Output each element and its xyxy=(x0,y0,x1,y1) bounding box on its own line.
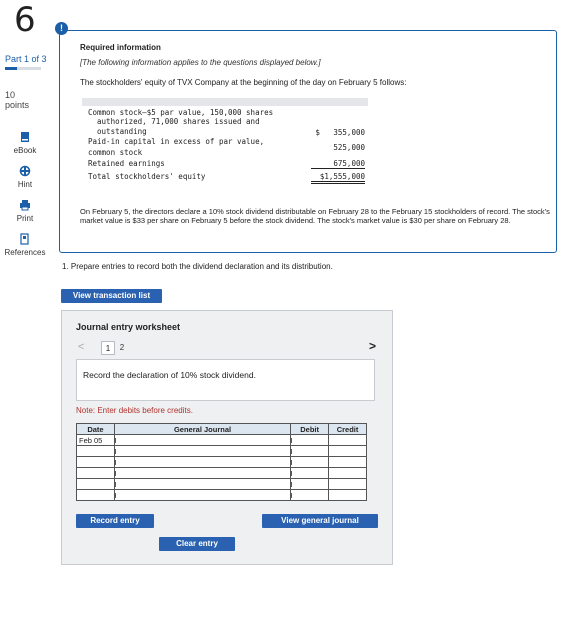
col-general-journal: General Journal xyxy=(113,423,292,435)
debit-input[interactable] xyxy=(290,456,330,468)
worksheet-title: Journal entry worksheet xyxy=(76,322,181,332)
credit-input[interactable] xyxy=(328,445,367,457)
table-row xyxy=(76,445,367,457)
question-number: 6 xyxy=(14,0,36,40)
date-cell[interactable] xyxy=(76,456,115,468)
account-select[interactable] xyxy=(113,489,292,501)
part-progress-bar xyxy=(5,67,41,70)
view-general-journal-button[interactable]: View general journal xyxy=(262,514,378,528)
print-label: Print xyxy=(16,214,34,223)
date-cell[interactable] xyxy=(76,467,115,479)
debit-input[interactable] xyxy=(290,445,330,457)
account-select[interactable] xyxy=(113,467,292,479)
hint-button[interactable]: Hint xyxy=(0,165,50,189)
equity-line: Paid-in capital in excess of par value, xyxy=(88,137,265,146)
col-debit: Debit xyxy=(290,423,330,435)
debit-input[interactable] xyxy=(290,434,330,446)
references-label: References xyxy=(4,248,46,257)
debit-input[interactable] xyxy=(290,489,330,501)
account-select[interactable] xyxy=(113,456,292,468)
account-select[interactable] xyxy=(113,445,292,457)
chevron-left-icon[interactable]: < xyxy=(78,341,84,353)
equity-line: authorized, 71,000 shares issued and xyxy=(88,117,260,126)
credit-input[interactable] xyxy=(328,467,367,479)
worksheet-prompt: Record the declaration of 10% stock divi… xyxy=(83,370,256,380)
debits-credits-note: Note: Enter debits before credits. xyxy=(76,406,193,415)
credit-input[interactable] xyxy=(328,478,367,490)
view-transaction-list-button[interactable]: View transaction list xyxy=(61,289,162,303)
amount-retained-earnings: 675,000 xyxy=(311,159,365,169)
col-date: Date xyxy=(76,423,115,435)
required-info-title: Required information xyxy=(80,43,161,52)
table-row xyxy=(76,489,367,501)
table-row: Feb 05 xyxy=(76,434,367,446)
equity-line: outstanding xyxy=(88,127,147,136)
journal-entry-table: Date General Journal Debit Credit Feb 05 xyxy=(76,423,367,501)
equity-header-band xyxy=(82,98,368,106)
alert-icon: ! xyxy=(55,22,68,35)
table-row xyxy=(76,478,367,490)
required-info-intro: The stockholders' equity of TVX Company … xyxy=(80,78,407,87)
amount-total-equity: $1,555,000 xyxy=(311,172,365,184)
date-cell[interactable] xyxy=(76,445,115,457)
references-button[interactable]: References xyxy=(0,233,50,257)
debit-input[interactable] xyxy=(290,467,330,479)
account-select[interactable] xyxy=(113,434,292,446)
hint-icon xyxy=(19,165,31,177)
chevron-right-icon[interactable]: > xyxy=(369,339,376,353)
worksheet-page-2[interactable]: 2 xyxy=(115,341,129,355)
credit-input[interactable] xyxy=(328,489,367,501)
book-icon xyxy=(21,132,29,142)
worksheet-page-1[interactable]: 1 xyxy=(101,341,115,355)
points-value: 10 xyxy=(5,90,16,100)
ebook-label: eBook xyxy=(13,146,37,155)
points-label: points xyxy=(5,100,30,110)
amount-common-stock: $ 355,000 xyxy=(315,128,365,137)
debit-input[interactable] xyxy=(290,478,330,490)
references-icon xyxy=(20,233,29,245)
part-indicator: Part 1 of 3 xyxy=(5,54,47,64)
required-info-subtitle: [The following information applies to th… xyxy=(80,58,321,67)
clear-entry-button[interactable]: Clear entry xyxy=(159,537,235,551)
credit-input[interactable] xyxy=(328,434,367,446)
scenario-paragraph: On February 5, the directors declare a 1… xyxy=(80,207,550,225)
points-display: 10 points xyxy=(5,90,29,110)
amount-paid-in-capital: 525,000 xyxy=(333,143,365,152)
worksheet-prompt-box: Record the declaration of 10% stock divi… xyxy=(76,359,375,401)
table-row xyxy=(76,456,367,468)
print-button[interactable]: Print xyxy=(0,199,50,223)
equity-statement: Common stock—$5 par value, 150,000 share… xyxy=(80,98,370,188)
account-select[interactable] xyxy=(113,478,292,490)
ebook-button[interactable]: eBook xyxy=(0,131,50,155)
equity-line: common stock xyxy=(88,148,143,157)
hint-label: Hint xyxy=(17,180,33,189)
date-cell[interactable] xyxy=(76,489,115,501)
equity-line: Common stock—$5 par value, 150,000 share… xyxy=(88,108,274,117)
date-cell[interactable]: Feb 05 xyxy=(76,434,115,446)
date-cell[interactable] xyxy=(76,478,115,490)
journal-entry-worksheet: Journal entry worksheet < 1 2 > Record t… xyxy=(61,310,393,565)
question-text: 1. Prepare entries to record both the di… xyxy=(62,262,333,271)
equity-line: Total stockholders' equity xyxy=(88,172,206,181)
table-row xyxy=(76,467,367,479)
print-icon xyxy=(20,200,30,211)
record-entry-button[interactable]: Record entry xyxy=(76,514,154,528)
credit-input[interactable] xyxy=(328,456,367,468)
col-credit: Credit xyxy=(328,423,367,435)
equity-line: Retained earnings xyxy=(88,159,165,168)
